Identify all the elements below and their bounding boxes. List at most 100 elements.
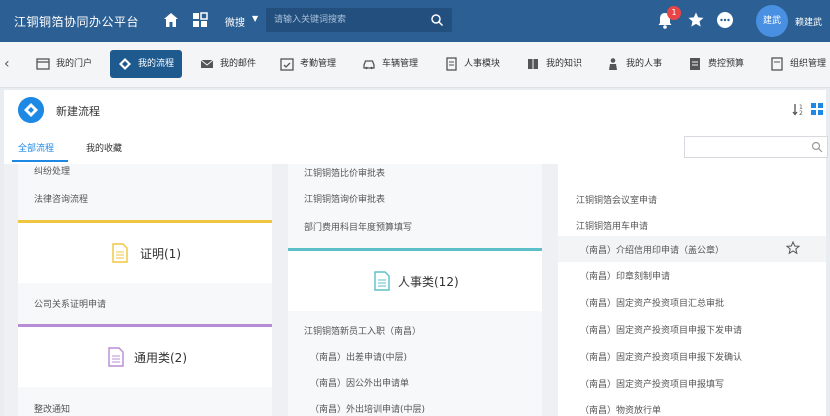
workflow-search-input[interactable] — [689, 140, 799, 154]
search-box — [266, 8, 452, 32]
list-item[interactable]: （南昌）介绍信用印申请（盖公章） — [558, 236, 826, 262]
document-icon — [374, 271, 390, 291]
avatar[interactable]: 建武 — [756, 5, 788, 37]
panel-title: 新建流程 — [56, 105, 100, 118]
workflow-item-label: 江铜铜箔会议室申请 — [576, 196, 658, 206]
workflow-column-3: 江铜铜箔会议室申请 江铜铜箔用车申请 （南昌）介绍信用印申请（盖公章） （南昌）… — [558, 164, 826, 416]
workflow-icon — [119, 58, 131, 70]
svg-text:2: 2 — [799, 110, 803, 116]
nav-bar: ‹ 我的门户 我的流程 我的邮件 考勤管理 车辆管理 人事模块 我的知识 我的人… — [0, 42, 830, 88]
list-item[interactable]: （南昌）固定资产投资项目申报填写 — [558, 370, 826, 396]
workflow-item-label: （南昌）固定资产投资项目申报下发确认 — [580, 353, 743, 363]
document-icon — [446, 57, 457, 71]
nav-item-label: 考勤管理 — [300, 59, 337, 69]
list-item[interactable]: 江铜铜箔会议室申请 — [558, 186, 826, 212]
search-icon[interactable] — [430, 13, 444, 27]
card-title: 人事类(12) — [398, 275, 459, 289]
workflow-column-1: 纠纷处理 法律咨询流程 证明(1) 公司关系证明申请 通用类(2) 整改通知 — [18, 164, 272, 416]
document-icon — [112, 243, 128, 263]
budget-icon — [690, 58, 700, 70]
home-icon[interactable] — [162, 11, 180, 29]
nav-item-knowledge[interactable]: 我的知识 — [518, 50, 590, 78]
nav-item-budget[interactable]: 费控预算 — [680, 50, 752, 78]
active-tab-indicator — [12, 160, 68, 162]
search-input[interactable] — [274, 12, 424, 28]
star-icon[interactable] — [687, 11, 705, 29]
nav-item-label: 我的知识 — [546, 59, 583, 69]
person-icon — [609, 58, 617, 70]
apps-icon[interactable] — [192, 12, 208, 28]
card-header-personnel: 人事类(12) — [288, 251, 542, 311]
list-item[interactable]: （南昌）固定资产投资项目申报下发申请 — [558, 316, 826, 342]
nav-item-label: 组织管理 — [790, 59, 827, 69]
username[interactable]: 赖建武 — [795, 15, 822, 28]
grid-view-icon[interactable] — [810, 102, 824, 116]
workflow-item[interactable]: 纠纷处理 — [34, 164, 70, 177]
workflow-item[interactable]: 部门费用科目年度预算填写 — [304, 220, 412, 233]
nav-item-label: 我的邮件 — [220, 59, 257, 69]
workflow-item[interactable]: （南昌）出差申请(中层) — [310, 350, 407, 363]
workflow-item[interactable]: （南昌）外出培训申请(中层) — [310, 402, 425, 415]
list-item[interactable]: （南昌）固定资产投资项目申报下发确认 — [558, 343, 826, 369]
sort-icon[interactable]: 12 — [792, 102, 806, 116]
workflow-item[interactable]: 整改通知 — [34, 402, 70, 415]
card-title: 通用类(2) — [134, 351, 187, 365]
workflow-item-label: （南昌）固定资产投资项目申报填写 — [580, 380, 725, 390]
workflow-content: 纠纷处理 法律咨询流程 证明(1) 公司关系证明申请 通用类(2) 整改通知 江… — [4, 164, 826, 416]
org-icon — [771, 57, 783, 71]
nav-item-attendance[interactable]: 考勤管理 — [272, 50, 344, 78]
list-item[interactable]: （南昌）固定资产投资项目汇总审批 — [558, 289, 826, 315]
chat-icon[interactable] — [716, 11, 734, 29]
tab-favorites[interactable]: 我的收藏 — [86, 141, 122, 154]
micro-search-label[interactable]: 微搜 — [225, 14, 245, 29]
nav-item-hr-module[interactable]: 人事模块 — [436, 50, 508, 78]
nav-item-label: 车辆管理 — [382, 59, 419, 69]
nav-item-workflow[interactable]: 我的流程 — [110, 50, 183, 78]
document-icon — [108, 347, 124, 367]
chevron-down-icon[interactable]: ▼ — [252, 14, 258, 23]
nav-item-org[interactable]: 组织管理 — [762, 50, 826, 78]
nav-item-label: 我的门户 — [56, 59, 93, 69]
card-header-certificate: 证明(1) — [18, 223, 272, 283]
nav-item-vehicle[interactable]: 车辆管理 — [354, 50, 426, 78]
workflow-item[interactable]: 公司关系证明申请 — [34, 297, 106, 310]
book-icon — [528, 59, 538, 69]
app-title: 江铜铜箔协同办公平台 — [14, 15, 140, 29]
workflow-column-2: 江铜铜箔比价审批表 江铜铜箔询价审批表 部门费用科目年度预算填写 人事类(12)… — [288, 164, 542, 416]
workflow-item-label: （南昌）印章刻制申请 — [580, 272, 671, 282]
nav-item-label: 费控预算 — [708, 59, 745, 69]
workflow-search-box — [684, 136, 828, 158]
workflow-item[interactable]: 法律咨询流程 — [34, 192, 88, 205]
workflow-item[interactable]: 江铜铜箔新员工入职（南昌） — [304, 324, 421, 337]
chevron-left-icon[interactable]: ‹ — [4, 56, 10, 72]
list-item[interactable]: （南昌）物资放行单 — [558, 396, 826, 416]
nav-item-label: 我的流程 — [138, 59, 175, 69]
workflow-item-label: （南昌）物资放行单 — [580, 406, 662, 416]
nav-item-my-hr[interactable]: 我的人事 — [598, 50, 670, 78]
car-icon — [363, 60, 375, 70]
notification-badge: 1 — [667, 6, 681, 20]
nav-item-label: 我的人事 — [626, 59, 663, 69]
tab-all-workflows[interactable]: 全部流程 — [18, 141, 54, 154]
portal-icon — [36, 58, 50, 70]
list-item[interactable]: 江铜铜箔用车申请 — [558, 212, 826, 238]
workflow-item[interactable]: 江铜铜箔询价审批表 — [304, 192, 385, 205]
search-icon[interactable] — [811, 141, 823, 153]
panel-header: 新建流程 12 — [4, 90, 826, 130]
workflow-item-label: 江铜铜箔用车申请 — [576, 222, 649, 232]
mail-icon — [200, 59, 214, 68]
top-header: 江铜铜箔协同办公平台 微搜 ▼ 1 建武 赖建武 — [0, 0, 830, 42]
workflow-item[interactable]: （南昌）因公外出申请单 — [310, 376, 409, 389]
workflow-logo-icon — [18, 97, 44, 123]
workflow-item-label: （南昌）固定资产投资项目汇总审批 — [580, 299, 725, 309]
list-item[interactable]: （南昌）印章刻制申请 — [558, 262, 826, 288]
workflow-item-label: （南昌）固定资产投资项目申报下发申请 — [580, 326, 743, 336]
workflow-item-label: （南昌）介绍信用印申请（盖公章） — [580, 246, 725, 256]
nav-item-label: 人事模块 — [464, 59, 501, 69]
workflow-item[interactable]: 江铜铜箔比价审批表 — [304, 166, 385, 179]
new-workflow-panel: 新建流程 12 全部流程 我的收藏 纠纷处理 法律咨询流程 证明(1) 公司关系… — [4, 90, 828, 416]
nav-item-mail[interactable]: 我的邮件 — [192, 50, 264, 78]
calendar-check-icon — [280, 58, 294, 71]
star-icon[interactable] — [786, 241, 800, 255]
nav-item-portal[interactable]: 我的门户 — [28, 50, 100, 78]
